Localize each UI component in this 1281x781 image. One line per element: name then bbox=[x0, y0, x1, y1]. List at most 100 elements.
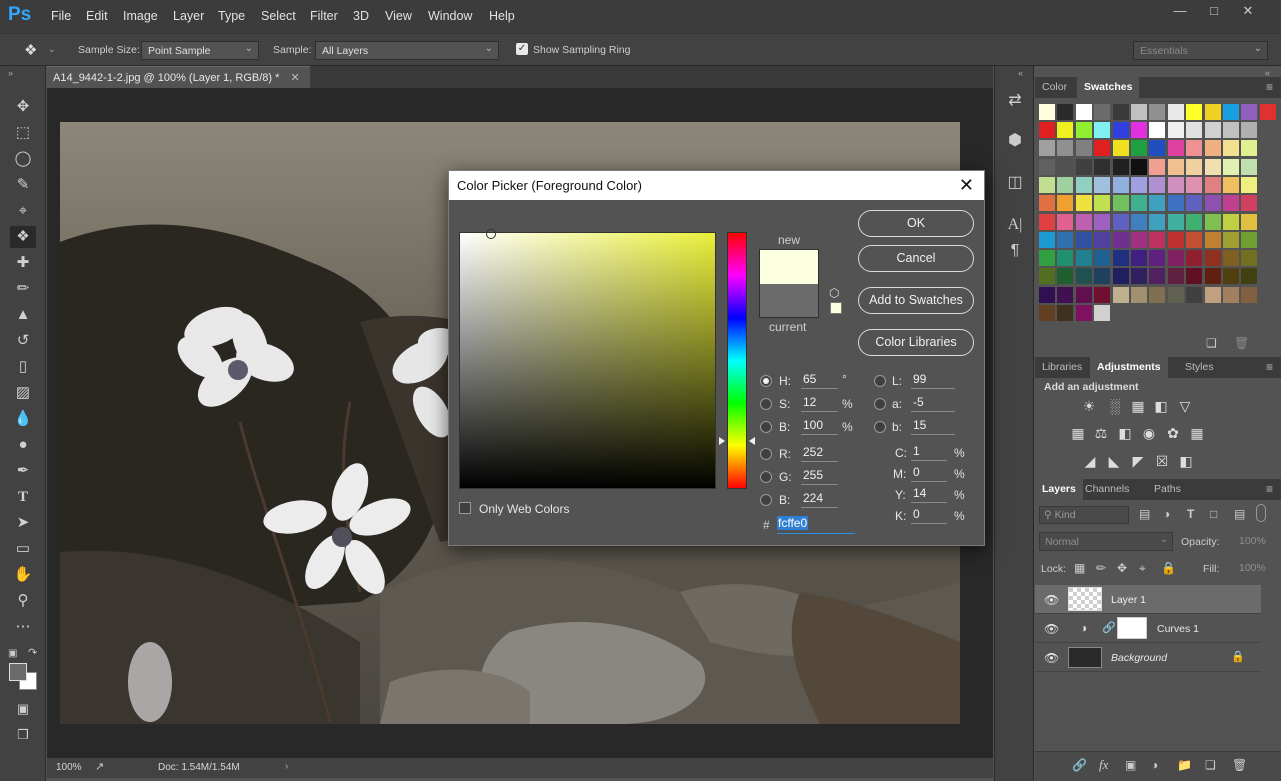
lab-l-radio[interactable] bbox=[874, 375, 886, 387]
swatch[interactable] bbox=[1259, 104, 1276, 120]
color-cursor[interactable] bbox=[486, 229, 496, 239]
swatch[interactable] bbox=[1241, 213, 1258, 230]
swatch[interactable] bbox=[1075, 140, 1092, 157]
move-tool-icon[interactable]: ✥ bbox=[10, 96, 36, 118]
filter-shape-icon[interactable]: □ bbox=[1210, 507, 1217, 521]
saturation-radio[interactable] bbox=[760, 398, 772, 410]
swatch[interactable] bbox=[1241, 140, 1258, 157]
gradient-map-icon[interactable]: ◧ bbox=[1177, 452, 1195, 470]
fx-icon[interactable]: fx bbox=[1099, 757, 1108, 773]
swatch[interactable] bbox=[1223, 268, 1239, 285]
swatch[interactable] bbox=[1149, 231, 1166, 248]
exposure-icon[interactable]: ◧ bbox=[1152, 397, 1170, 415]
swatch[interactable] bbox=[1057, 104, 1074, 120]
swatch[interactable] bbox=[1075, 176, 1092, 193]
menu-window[interactable]: Window bbox=[428, 9, 472, 23]
swatch[interactable] bbox=[1131, 176, 1147, 193]
zoom-tool-icon[interactable]: ⚲ bbox=[10, 590, 36, 612]
lab-l-field[interactable]: 99 bbox=[911, 372, 955, 389]
panel-menu-icon[interactable]: ≡ bbox=[1266, 482, 1273, 496]
vibrance-icon[interactable]: ▽ bbox=[1176, 397, 1194, 415]
lock-transparent-icon[interactable]: ▦ bbox=[1074, 561, 1085, 575]
tab-adjustments[interactable]: Adjustments bbox=[1090, 357, 1168, 378]
swatch[interactable] bbox=[1039, 122, 1055, 138]
hue-field[interactable]: 65 bbox=[801, 372, 838, 389]
show-sampling-ring-checkbox[interactable]: ✓ bbox=[516, 43, 528, 55]
swatch[interactable] bbox=[1075, 104, 1092, 120]
sample-select[interactable]: All Layers ⌄ bbox=[315, 41, 499, 60]
blue-radio[interactable] bbox=[760, 494, 772, 506]
lock-position-icon[interactable]: ✥ bbox=[1117, 561, 1127, 575]
cyan-field[interactable]: 1 bbox=[911, 444, 947, 461]
out-of-gamut-cube-icon[interactable]: ⬡ bbox=[829, 286, 839, 300]
swatch[interactable] bbox=[1204, 268, 1221, 285]
current-color-preview[interactable] bbox=[759, 284, 819, 318]
menu-filter[interactable]: Filter bbox=[310, 9, 338, 23]
close-icon[interactable]: ✕ bbox=[959, 175, 974, 196]
tab-channels[interactable]: Channels bbox=[1078, 479, 1136, 500]
swatch[interactable] bbox=[1204, 158, 1221, 175]
eye-icon[interactable]: 👁 bbox=[1044, 593, 1059, 607]
swatch[interactable] bbox=[1131, 250, 1147, 267]
blend-mode-select[interactable]: Normal ⌄ bbox=[1039, 532, 1173, 551]
swatch[interactable] bbox=[1094, 305, 1111, 321]
filter-smart-object-icon[interactable]: ▤ bbox=[1234, 507, 1245, 521]
swatch[interactable] bbox=[1241, 158, 1258, 175]
color-libraries-button[interactable]: Color Libraries bbox=[858, 329, 974, 356]
hue-slider-left-arrow[interactable] bbox=[719, 437, 725, 445]
swatch[interactable] bbox=[1186, 195, 1203, 212]
swatch[interactable] bbox=[1241, 250, 1258, 267]
swatch[interactable] bbox=[1094, 122, 1111, 138]
tab-libraries[interactable]: Libraries bbox=[1035, 357, 1089, 378]
brightness-radio[interactable] bbox=[760, 421, 772, 433]
close-tab-icon[interactable]: ✕ bbox=[290, 72, 299, 84]
swatch[interactable] bbox=[1241, 176, 1258, 193]
panel-menu-icon[interactable]: ≡ bbox=[1266, 360, 1273, 374]
opacity-field[interactable]: 100% bbox=[1236, 533, 1276, 550]
swatch[interactable] bbox=[1167, 213, 1184, 230]
saturation-brightness-field[interactable] bbox=[459, 229, 716, 489]
swatch[interactable] bbox=[1223, 213, 1239, 230]
lab-b-field[interactable]: 15 bbox=[911, 418, 955, 435]
hue-slider-right-arrow[interactable] bbox=[749, 437, 755, 445]
collapse-arrows-icon[interactable]: » bbox=[8, 68, 13, 78]
swap-colors-icon[interactable]: ↷ bbox=[28, 646, 37, 659]
swatch[interactable] bbox=[1094, 140, 1111, 157]
swatch[interactable] bbox=[1057, 286, 1074, 303]
swatch[interactable] bbox=[1112, 213, 1129, 230]
green-field[interactable]: 255 bbox=[801, 468, 838, 485]
history-brush-tool-icon[interactable]: ↺ bbox=[10, 330, 36, 352]
swatch[interactable] bbox=[1057, 305, 1074, 321]
blur-tool-icon[interactable]: 💧 bbox=[10, 408, 36, 430]
swatch[interactable] bbox=[1149, 195, 1166, 212]
swatch[interactable] bbox=[1112, 195, 1129, 212]
rectangle-tool-icon[interactable]: ▭ bbox=[10, 538, 36, 560]
history-panel-icon[interactable]: ⇄ bbox=[1004, 90, 1026, 112]
hex-field[interactable]: fcffe0 bbox=[777, 516, 855, 534]
swatch[interactable] bbox=[1131, 231, 1147, 248]
pen-tool-icon[interactable]: ✒ bbox=[10, 460, 36, 482]
swatch[interactable] bbox=[1039, 213, 1055, 230]
swatch[interactable] bbox=[1075, 250, 1092, 267]
swatch[interactable] bbox=[1241, 104, 1258, 120]
swatch[interactable] bbox=[1204, 286, 1221, 303]
new-group-icon[interactable]: 📁 bbox=[1177, 758, 1192, 772]
screen-mode-icon[interactable]: ❐ bbox=[10, 724, 36, 746]
swatch[interactable] bbox=[1112, 268, 1129, 285]
clone-stamp-tool-icon[interactable]: ▲ bbox=[10, 304, 36, 326]
swatch[interactable] bbox=[1186, 122, 1203, 138]
character-panel-icon[interactable]: A| bbox=[1004, 214, 1026, 236]
color-lookup-icon[interactable]: ▦ bbox=[1188, 424, 1206, 442]
swatch[interactable] bbox=[1075, 122, 1092, 138]
maximize-icon[interactable]: □ bbox=[1197, 0, 1231, 22]
quick-selection-tool-icon[interactable]: ✎ bbox=[10, 174, 36, 196]
swatch[interactable] bbox=[1075, 286, 1092, 303]
menu-help[interactable]: Help bbox=[489, 9, 515, 23]
swatch[interactable] bbox=[1112, 104, 1129, 120]
swatch[interactable] bbox=[1167, 231, 1184, 248]
brush-tool-icon[interactable]: ✏ bbox=[10, 278, 36, 300]
status-menu-arrow-icon[interactable]: › bbox=[285, 761, 288, 772]
swatch[interactable] bbox=[1112, 140, 1129, 157]
swatch[interactable] bbox=[1131, 122, 1147, 138]
swatch[interactable] bbox=[1186, 176, 1203, 193]
